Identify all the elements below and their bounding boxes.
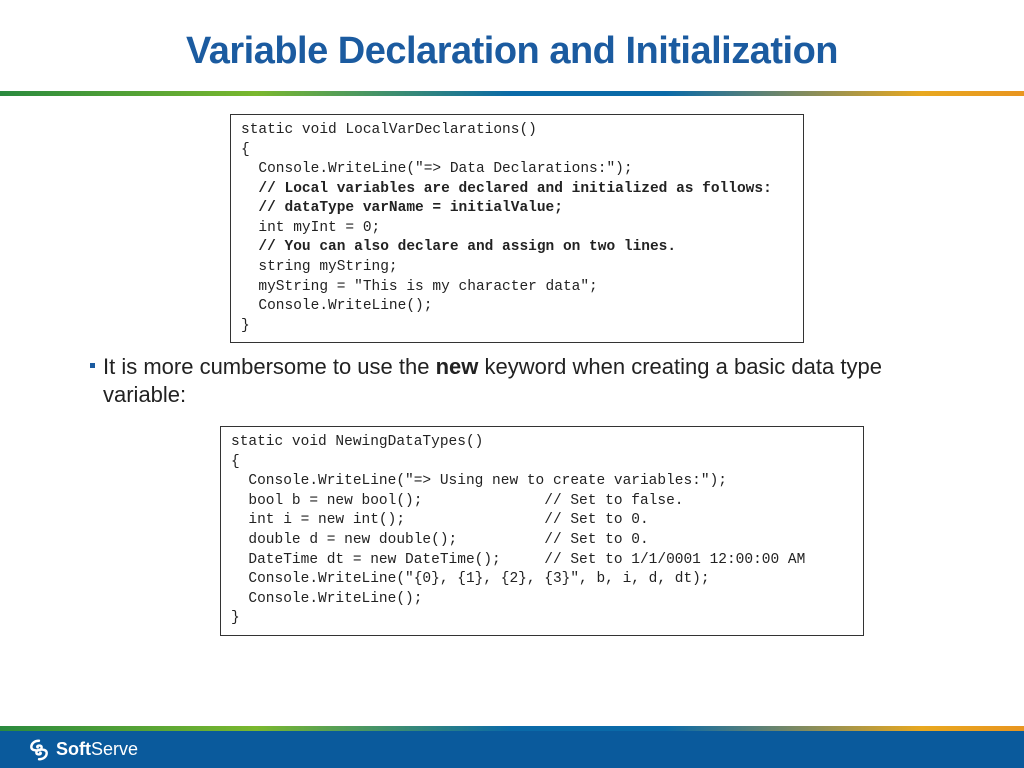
code-line: int myInt = 0; (241, 219, 793, 239)
code-line: Console.WriteLine("=> Using new to creat… (231, 472, 853, 492)
code-line: Console.WriteLine(); (241, 297, 793, 317)
bullet-pre: It is more cumbersome to use the (103, 354, 436, 379)
code-line: static void LocalVarDeclarations() (241, 121, 793, 141)
brand-light: Serve (91, 739, 138, 759)
code-block-newing: static void NewingDataTypes() { Console.… (220, 426, 864, 636)
code-line: Console.WriteLine("{0}, {1}, {2}, {3}", … (231, 570, 853, 590)
bullet-bold: new (436, 354, 479, 379)
bullet-item: It is more cumbersome to use the new key… (90, 351, 954, 414)
code-line: } (231, 609, 853, 629)
code-line: string myString; (241, 258, 793, 278)
code-line: } (241, 317, 793, 337)
code-block-declarations: static void LocalVarDeclarations() { Con… (230, 114, 804, 343)
bullet-text: It is more cumbersome to use the new key… (103, 353, 954, 408)
code-line: DateTime dt = new DateTime(); // Set to … (231, 551, 853, 571)
footer: SoftServe (0, 726, 1024, 768)
footer-bar: SoftServe (0, 731, 1024, 768)
brand-bold: Soft (56, 739, 91, 759)
code-line: bool b = new bool(); // Set to false. (231, 492, 853, 512)
code-line: { (231, 453, 853, 473)
brand-name: SoftServe (56, 739, 138, 760)
code-line: int i = new int(); // Set to 0. (231, 511, 853, 531)
content-area: static void LocalVarDeclarations() { Con… (0, 96, 1024, 636)
code-line: myString = "This is my character data"; (241, 278, 793, 298)
code-line: // Local variables are declared and init… (241, 180, 793, 200)
softserve-logo-icon (28, 739, 50, 761)
code-line: // dataType varName = initialValue; (241, 199, 793, 219)
code-line: Console.WriteLine("=> Data Declarations:… (241, 160, 793, 180)
code-line: static void NewingDataTypes() (231, 433, 853, 453)
brand-logo: SoftServe (28, 739, 138, 761)
code-line: { (241, 141, 793, 161)
bullet-marker-icon (90, 363, 95, 368)
slide-title: Variable Declaration and Initialization (0, 0, 1024, 91)
code-line: Console.WriteLine(); (231, 590, 853, 610)
code-line: // You can also declare and assign on tw… (241, 238, 793, 258)
code-line: double d = new double(); // Set to 0. (231, 531, 853, 551)
